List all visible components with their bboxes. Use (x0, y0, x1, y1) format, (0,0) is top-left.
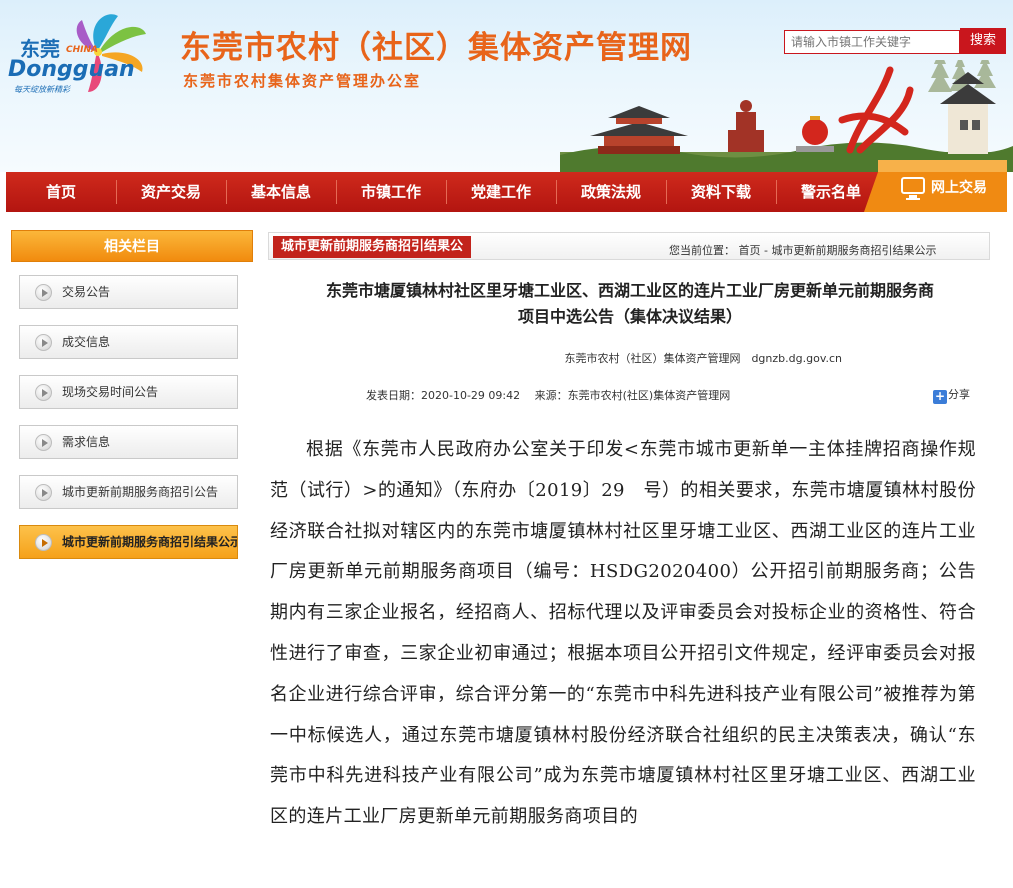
sidebar-item-deal-info[interactable]: 成交信息 (19, 325, 238, 359)
pagoda-gate-icon (590, 106, 688, 154)
sidebar-item-label: 现场交易时间公告 (62, 385, 159, 399)
nav-party-work[interactable]: 党建工作 (446, 172, 556, 212)
share-label: 分享 (948, 388, 970, 401)
logo-china: CHINA (66, 45, 98, 55)
dongguan-logo[interactable]: 东莞 CHINA Dongguan 每天绽放新精彩 (6, 4, 166, 104)
sidebar-item-renewal-result[interactable]: 城市更新前期服务商招引结果公示 (19, 525, 238, 559)
city-landmarks-illustration (560, 60, 1013, 172)
red-lantern-icon (796, 116, 834, 152)
pine-tree-icon (928, 60, 996, 92)
article-meta: 发表日期：2020-10-29 09:42 来源：东莞市农村(社区)集体资产管理… (366, 389, 731, 402)
plus-share-icon: + (933, 389, 947, 404)
sidebar-item-demand-info[interactable]: 需求信息 (19, 425, 238, 459)
search-input[interactable] (784, 30, 960, 54)
search-button[interactable]: 搜索 (960, 28, 1006, 54)
logo-en: Dongguan (8, 57, 135, 82)
sidebar-item-label: 交易公告 (62, 285, 111, 299)
sidebar-title: 相关栏目 (11, 230, 253, 262)
play-circle-icon (35, 284, 52, 301)
nav-downloads[interactable]: 资料下载 (666, 172, 776, 212)
play-circle-icon (35, 484, 52, 501)
sidebar-item-trade-notice[interactable]: 交易公告 (19, 275, 238, 309)
play-circle-icon (35, 534, 52, 551)
play-circle-icon (35, 384, 52, 401)
article-title-line: 东莞市塘厦镇林村社区里牙塘工业区、西湖工业区的连片工业厂房更新单元前期服务商 (325, 281, 934, 300)
breadcrumb: 城市更新前期服务商招引结果公 您当前位置： 首页 - 城市更新前期服务商招引结果… (268, 232, 990, 260)
play-circle-icon (35, 334, 52, 351)
breadcrumb-location[interactable]: 您当前位置： 首页 - 城市更新前期服务商招引结果公示 (669, 242, 936, 258)
logo-slogan: 每天绽放新精彩 (14, 85, 71, 94)
sidebar-item-label: 成交信息 (62, 335, 111, 349)
article-body: 根据《东莞市人民政府办公室关于印发<东莞市城市更新单一主体挂牌招商操作规范（试行… (270, 439, 976, 828)
nav-policy[interactable]: 政策法规 (556, 172, 666, 212)
sidebar-item-onsite-schedule[interactable]: 现场交易时间公告 (19, 375, 238, 409)
article-title: 东莞市塘厦镇林村社区里牙塘工业区、西湖工业区的连片工业厂房更新单元前期服务商 项… (270, 278, 990, 330)
site-subtitle: 东莞市农村集体资产管理办公室 (183, 72, 422, 90)
main-nav: 首页 资产交易 基本信息 市镇工作 党建工作 政策法规 资料下载 警示名单 (6, 172, 1007, 212)
section-tab[interactable]: 城市更新前期服务商招引结果公 (273, 236, 472, 258)
sidebar-item-renewal-notice[interactable]: 城市更新前期服务商招引公告 (19, 475, 238, 509)
nav-town-work[interactable]: 市镇工作 (336, 172, 446, 212)
online-trade-label[interactable]: 网上交易 (931, 177, 987, 197)
nav-home[interactable]: 首页 (6, 172, 116, 212)
sidebar-item-label: 城市更新前期服务商招引结果公示 (62, 535, 238, 549)
play-circle-icon (35, 434, 52, 451)
red-sculpture-icon (838, 66, 914, 154)
share-button[interactable]: + 分享 (933, 386, 970, 404)
monument-statue-icon (728, 100, 764, 152)
nav-asset-trade[interactable]: 资产交易 (116, 172, 226, 212)
article-title-line: 项目中选公告（集体决议结果） (517, 307, 742, 326)
nav-basic-info[interactable]: 基本信息 (226, 172, 336, 212)
site-header: 东莞 CHINA Dongguan 每天绽放新精彩 东莞市农村（社区）集体资产管… (0, 0, 1013, 172)
sidebar-item-label: 需求信息 (62, 435, 111, 449)
sidebar-item-label: 城市更新前期服务商招引公告 (62, 485, 219, 499)
article-source-line: 东莞市农村（社区）集体资产管理网 dgnzb.dg.gov.cn (564, 352, 842, 365)
